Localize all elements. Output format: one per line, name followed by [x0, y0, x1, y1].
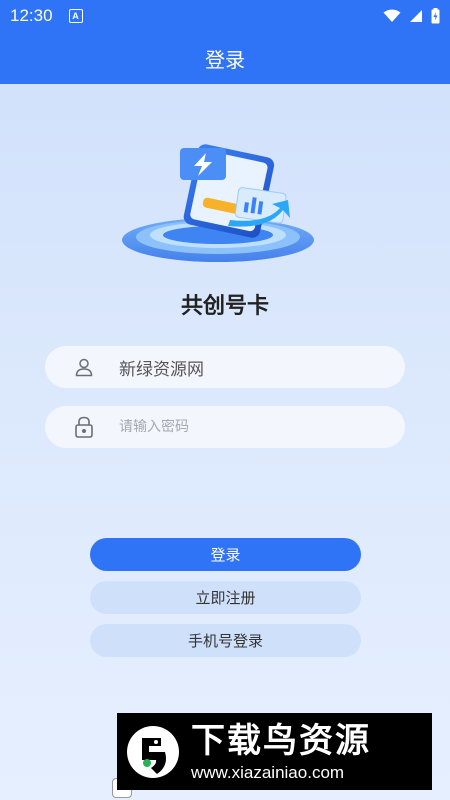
status-time: 12:30 — [10, 6, 53, 25]
username-field[interactable] — [45, 346, 405, 388]
wifi-icon — [383, 9, 401, 22]
signal-icon — [410, 10, 422, 22]
page-title: 登录 — [205, 47, 245, 72]
watermark-text: 下载鸟资源 www.xiazainiao.com — [191, 721, 371, 783]
lock-icon — [73, 416, 95, 438]
battery-icon — [431, 8, 440, 24]
app-bar: 登录 — [0, 32, 450, 84]
username-input[interactable] — [119, 357, 379, 377]
login-button[interactable]: 登录 — [90, 538, 361, 571]
register-button[interactable]: 立即注册 — [90, 581, 361, 614]
watermark-url: www.xiazainiao.com — [191, 762, 345, 782]
user-icon — [73, 356, 95, 378]
status-bar: 12:30 A — [0, 0, 450, 32]
phone-login-button[interactable]: 手机号登录 — [90, 624, 361, 657]
status-icons — [383, 8, 440, 24]
notification-icon: A — [68, 9, 83, 23]
watermark-title: 下载鸟资源 — [191, 720, 371, 761]
password-input[interactable] — [119, 419, 379, 435]
bird-logo-icon — [127, 725, 179, 778]
watermark-banner: 下载鸟资源 www.xiazainiao.com — [117, 713, 432, 790]
phone-illustration — [122, 144, 314, 262]
password-field[interactable] — [45, 406, 405, 448]
app-name: 共创号卡 — [180, 294, 269, 319]
